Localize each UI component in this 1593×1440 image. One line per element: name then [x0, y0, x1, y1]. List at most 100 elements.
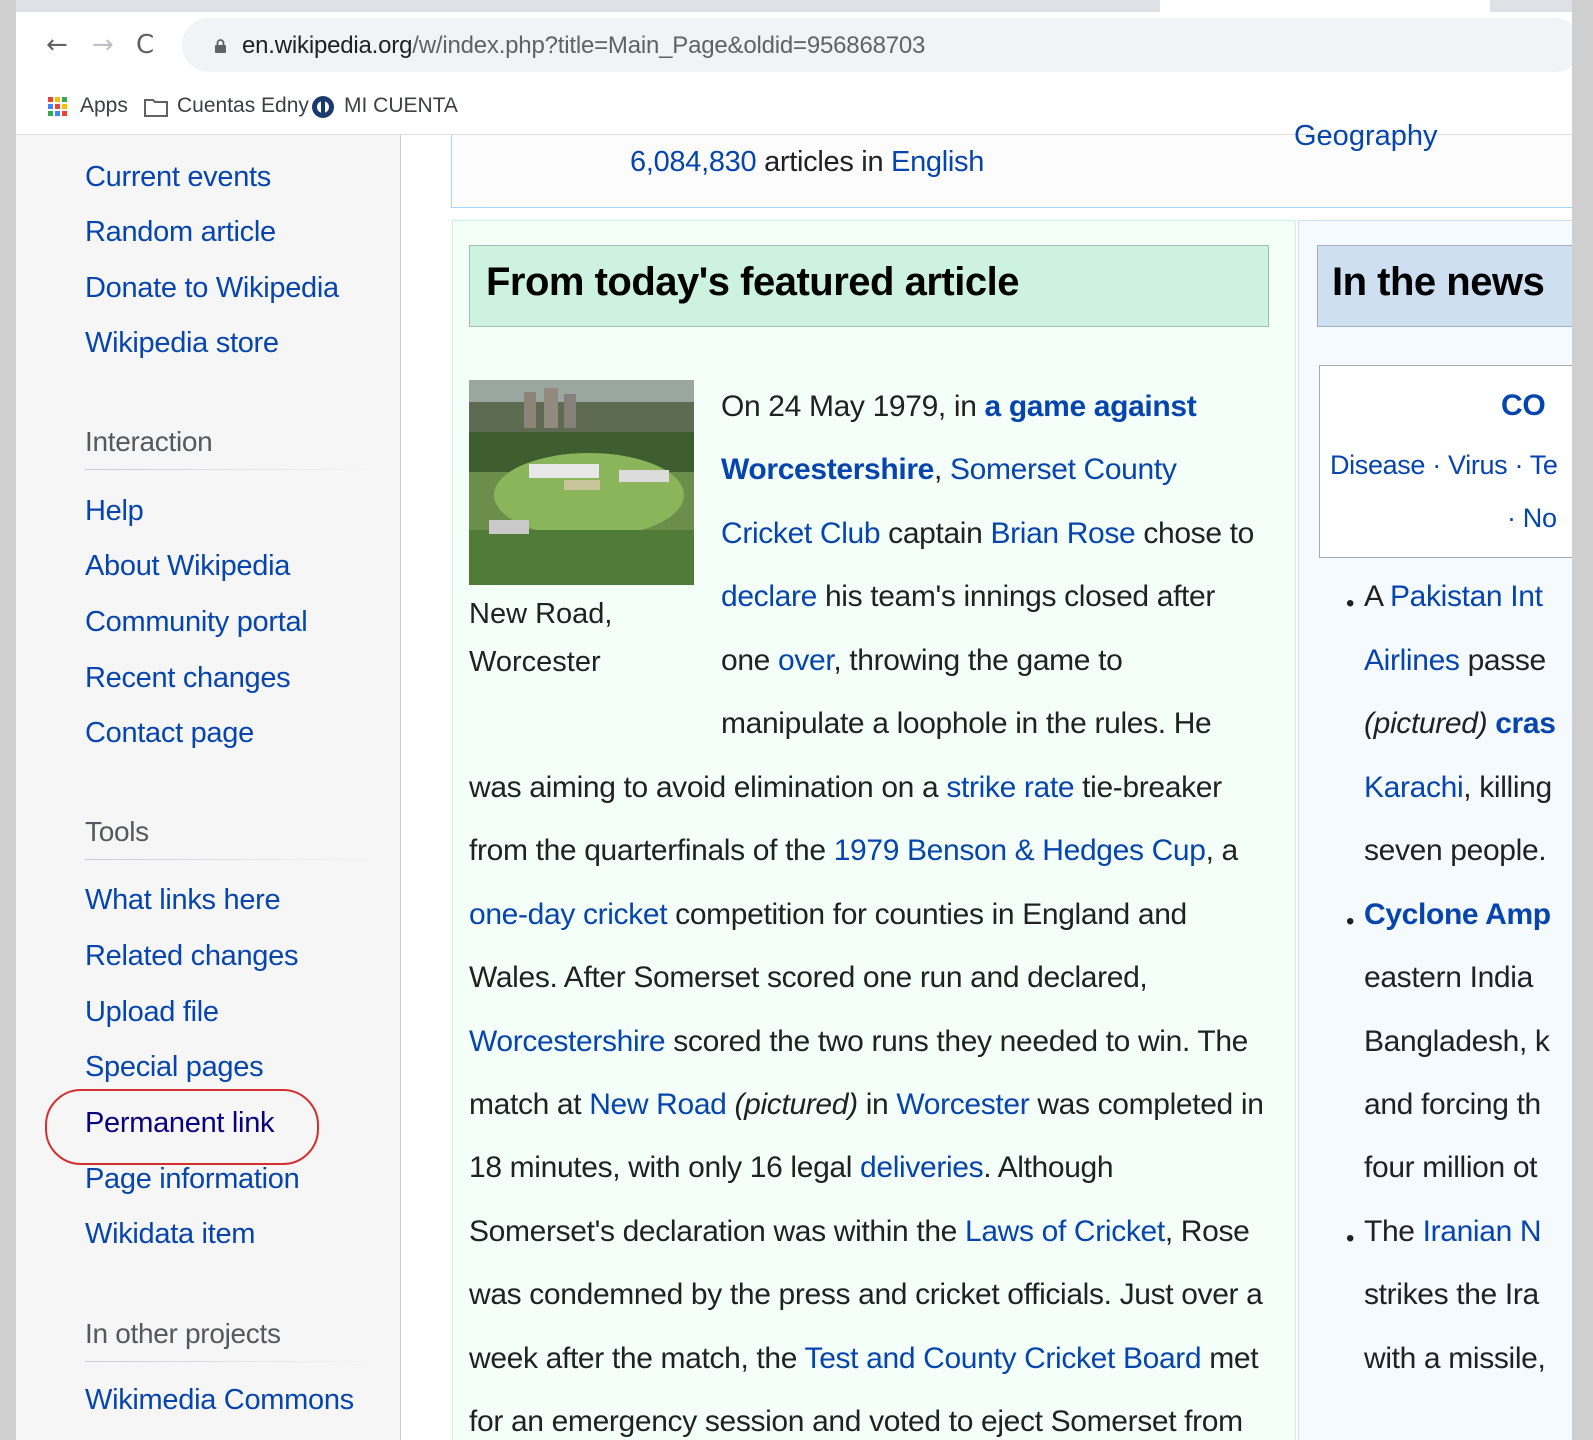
sidebar-link-related-changes[interactable]: Related changes [85, 940, 298, 973]
featured-text-line: Wales. After Somerset scored one run and… [469, 961, 1148, 994]
news-text-line: and forcing th [1364, 1088, 1541, 1121]
featured-text-line: one-day cricket competition for counties… [469, 898, 1187, 932]
news-text-line: A Pakistan Int [1364, 580, 1543, 614]
text-run: , throwing the game to [833, 644, 1123, 677]
link-worcester[interactable]: Worcester [896, 1088, 1029, 1121]
featured-article-heading: From today's featured article [486, 260, 1019, 304]
featured-text-line: from the quarterfinals of the 1979 Benso… [469, 834, 1238, 868]
text-run: . Although [983, 1151, 1114, 1184]
sidebar-link-wikimedia-commons[interactable]: Wikimedia Commons [85, 1384, 354, 1417]
sidebar-link-help[interactable]: Help [85, 495, 144, 528]
forward-icon[interactable]: → [92, 30, 114, 60]
articles-in-text: articles in [764, 146, 884, 178]
image-caption-line-1: New Road, [469, 598, 613, 630]
sidebar-link-contact-page[interactable]: Contact page [85, 717, 254, 750]
link-cyclone-amphan[interactable]: Cyclone Amp [1364, 898, 1551, 932]
featured-text-line: declare his team's innings closed after [721, 580, 1215, 614]
sidebar-link-donate[interactable]: Donate to Wikipedia [85, 272, 339, 305]
news-text-line: (pictured) cras [1364, 707, 1556, 741]
bullet-icon: • [1346, 590, 1355, 617]
featured-text-line: Somerset's declaration was within the La… [469, 1215, 1250, 1249]
url-text[interactable]: en.wikipedia.org/w/index.php?title=Main_… [242, 32, 925, 60]
featured-text-line: for an emergency session and voted to ej… [469, 1405, 1243, 1438]
bookmark-mi-cuenta[interactable]: MI CUENTA [344, 94, 458, 118]
sidebar-link-current-events[interactable]: Current events [85, 161, 271, 194]
featured-text-line: week after the match, the Test and Count… [469, 1342, 1259, 1376]
sidebar-heading-other-projects[interactable]: In other projects [85, 1318, 281, 1350]
link-karachi[interactable]: Karachi [1364, 771, 1464, 804]
text-run: competition for counties in England and [667, 898, 1187, 931]
active-tab[interactable] [1160, 0, 1490, 12]
link-new-road[interactable]: New Road [589, 1088, 727, 1121]
covid-links-row[interactable]: Disease · Virus · Te [1330, 450, 1558, 481]
sidebar-link-page-information[interactable]: Page information [85, 1163, 300, 1196]
link-tccb[interactable]: Test and County Cricket Board [805, 1342, 1202, 1375]
text-run: , Rose [1164, 1215, 1250, 1248]
featured-image[interactable] [469, 380, 694, 585]
sidebar-link-what-links-here[interactable]: What links here [85, 884, 281, 917]
sidebar-link-special-pages[interactable]: Special pages [85, 1051, 264, 1084]
text-run: , killing [1463, 771, 1552, 804]
sidebar-link-wikidata-item[interactable]: Wikidata item [85, 1218, 255, 1251]
featured-text-line: Worcestershire, Somerset County [721, 453, 1177, 487]
sidebar-link-community-portal[interactable]: Community portal [85, 606, 308, 639]
text-run: week after the match, the [469, 1342, 805, 1375]
link-declare[interactable]: declare [721, 580, 817, 613]
text-run [727, 1088, 735, 1121]
link-somerset-county[interactable]: Somerset County [950, 453, 1177, 486]
highlight-ring [45, 1089, 319, 1165]
bookmark-cuentas-edny[interactable]: Cuentas Edny [177, 94, 309, 118]
text-run: in [857, 1088, 897, 1121]
sidebar-link-random-article[interactable]: Random article [85, 216, 276, 249]
text-run: tie-breaker [1074, 771, 1222, 804]
news-text-line: The Iranian N [1364, 1215, 1542, 1249]
article-count-link[interactable]: 6,084,830 [630, 146, 757, 178]
news-text-line: Bangladesh, k [1364, 1025, 1550, 1058]
text-run: met [1201, 1342, 1259, 1375]
text-run: was aiming to avoid elimination on a [469, 771, 947, 804]
text-run: On 24 May 1979, in [721, 390, 985, 423]
link-worcestershire[interactable]: Worcestershire [469, 1025, 666, 1058]
image-caption-line-2: Worcester [469, 646, 601, 678]
covid-links-row[interactable]: · No [1507, 503, 1557, 534]
sidebar-link-store[interactable]: Wikipedia store [85, 327, 279, 360]
text-run: A [1364, 580, 1390, 613]
portal-link-geography[interactable]: Geography [1294, 120, 1438, 153]
text-run: , a [1205, 834, 1239, 867]
sidebar-link-about[interactable]: About Wikipedia [85, 550, 290, 583]
reload-icon[interactable]: C [136, 30, 154, 60]
in-the-news-heading: In the news [1332, 260, 1545, 304]
link-iranian-navy[interactable]: Iranian N [1423, 1215, 1542, 1248]
link-worcestershire-match[interactable]: Worcestershire [721, 453, 934, 486]
text-run: captain [880, 517, 991, 550]
english-link[interactable]: English [891, 146, 984, 178]
link-cricket-club[interactable]: Cricket Club [721, 517, 881, 550]
link-pakistan-intl[interactable]: Pakistan Int [1390, 580, 1543, 613]
text-run-italic: (pictured) [734, 1088, 859, 1121]
link-deliveries[interactable]: deliveries [860, 1151, 984, 1184]
bullet-icon: • [1346, 908, 1355, 935]
text-run: was completed in [1029, 1088, 1264, 1121]
news-text-line: strikes the Ira [1364, 1278, 1539, 1311]
link-over[interactable]: over [778, 644, 834, 677]
link-one-day-cricket[interactable]: one-day cricket [469, 898, 668, 931]
featured-text-line: was aiming to avoid elimination on a str… [469, 771, 1222, 805]
link-brian-rose[interactable]: Brian Rose [990, 517, 1135, 550]
bookmark-apps[interactable]: Apps [80, 94, 128, 118]
featured-text-line: On 24 May 1979, in a game against [721, 390, 1197, 424]
back-icon[interactable]: ← [46, 30, 68, 60]
covid-title-link[interactable]: CO [1501, 389, 1546, 423]
sidebar-heading-tools[interactable]: Tools [85, 816, 149, 848]
link-benson-hedges-cup[interactable]: 1979 Benson & Hedges Cup [834, 834, 1206, 867]
link-airlines[interactable]: Airlines [1364, 644, 1460, 677]
link-crash[interactable]: cras [1487, 707, 1556, 740]
link-laws-of-cricket[interactable]: Laws of Cricket [965, 1215, 1165, 1248]
apps-grid-icon[interactable] [48, 97, 68, 117]
sidebar-heading-interaction[interactable]: Interaction [85, 426, 213, 458]
sidebar-link-recent-changes[interactable]: Recent changes [85, 662, 291, 695]
link-strike-rate[interactable]: strike rate [946, 771, 1074, 804]
sidebar-link-upload-file[interactable]: Upload file [85, 996, 219, 1029]
link-a-game-against[interactable]: a game against [985, 390, 1197, 423]
article-count: 6,084,830 articles in English [630, 146, 984, 179]
globe-icon [312, 96, 334, 118]
